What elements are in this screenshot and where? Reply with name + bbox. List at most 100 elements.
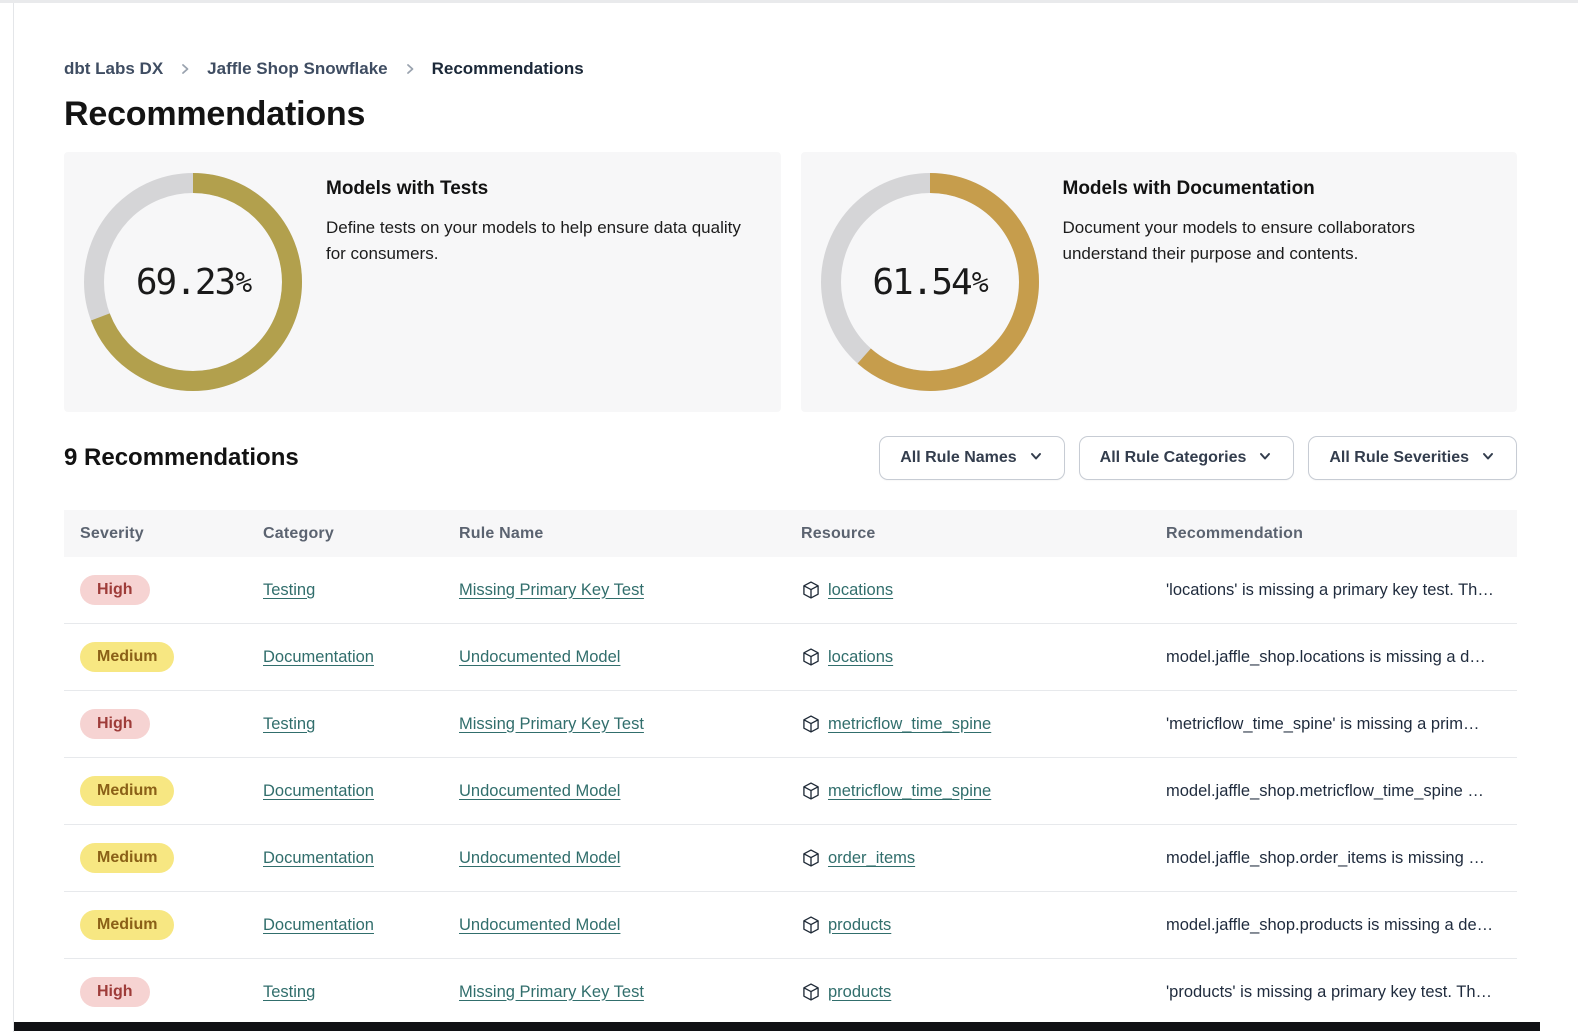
severity-cell: High bbox=[80, 709, 263, 739]
filter-label: All Rule Categories bbox=[1100, 449, 1247, 467]
top-border bbox=[0, 0, 1578, 3]
filter-label: All Rule Severities bbox=[1329, 449, 1469, 467]
cube-icon bbox=[801, 714, 821, 734]
rule-name-link[interactable]: Missing Primary Key Test bbox=[459, 983, 644, 1001]
rule-name-cell: Missing Primary Key Test bbox=[459, 581, 801, 600]
resource-cell: metricflow_time_spine bbox=[801, 781, 1166, 801]
resource-link[interactable]: order_items bbox=[828, 849, 915, 868]
recommendations-count: 9 Recommendations bbox=[64, 444, 299, 472]
category-cell: Documentation bbox=[263, 648, 459, 667]
resource-link[interactable]: metricflow_time_spine bbox=[828, 782, 991, 801]
resource-cell: products bbox=[801, 915, 1166, 935]
card-text: Models with Documentation Document your … bbox=[1039, 152, 1518, 412]
severity-badge: High bbox=[80, 977, 150, 1007]
recommendation-cell: model.jaffle_shop.products is missing a … bbox=[1166, 916, 1517, 935]
rule-name-link[interactable]: Missing Primary Key Test bbox=[459, 581, 644, 599]
recommendation-cell: model.jaffle_shop.locations is missing a… bbox=[1166, 648, 1517, 667]
sidebar-edge bbox=[13, 3, 14, 1032]
models-with-documentation-card: 61.54% Models with Documentation Documen… bbox=[801, 152, 1518, 412]
category-cell: Testing bbox=[263, 983, 459, 1002]
models-with-tests-card: 69.23% Models with Tests Define tests on… bbox=[64, 152, 781, 412]
table-row: High Testing Missing Primary Key Test lo… bbox=[64, 557, 1517, 624]
resource-link[interactable]: metricflow_time_spine bbox=[828, 715, 991, 734]
category-link[interactable]: Documentation bbox=[263, 849, 374, 867]
category-cell: Documentation bbox=[263, 849, 459, 868]
category-link[interactable]: Testing bbox=[263, 983, 315, 1001]
rule-name-link[interactable]: Undocumented Model bbox=[459, 849, 620, 867]
rule-name-link[interactable]: Undocumented Model bbox=[459, 648, 620, 666]
category-cell: Documentation bbox=[263, 782, 459, 801]
summary-cards: 69.23% Models with Tests Define tests on… bbox=[64, 152, 1517, 412]
severity-badge: Medium bbox=[80, 642, 174, 672]
breadcrumb-item-current: Recommendations bbox=[432, 59, 584, 79]
filter-label: All Rule Names bbox=[900, 449, 1016, 467]
rule-name-cell: Missing Primary Key Test bbox=[459, 715, 801, 734]
cube-icon bbox=[801, 848, 821, 868]
main-content: dbt Labs DX Jaffle Shop Snowflake Recomm… bbox=[64, 0, 1517, 1026]
column-header-recommendation: Recommendation bbox=[1166, 525, 1517, 543]
cube-icon bbox=[801, 781, 821, 801]
cube-icon bbox=[801, 580, 821, 600]
chevron-down-icon bbox=[1480, 448, 1496, 469]
table-row: High Testing Missing Primary Key Test pr… bbox=[64, 959, 1517, 1026]
resource-cell: products bbox=[801, 982, 1166, 1002]
rule-name-link[interactable]: Missing Primary Key Test bbox=[459, 715, 644, 733]
resource-link[interactable]: locations bbox=[828, 648, 893, 667]
severity-cell: Medium bbox=[80, 910, 263, 940]
table-row: High Testing Missing Primary Key Test me… bbox=[64, 691, 1517, 758]
category-link[interactable]: Documentation bbox=[263, 648, 374, 666]
category-link[interactable]: Testing bbox=[263, 715, 315, 733]
card-title: Models with Tests bbox=[326, 178, 757, 200]
severity-cell: Medium bbox=[80, 776, 263, 806]
column-header-rule-name: Rule Name bbox=[459, 525, 801, 543]
filter-rule-names-dropdown[interactable]: All Rule Names bbox=[879, 436, 1064, 480]
documentation-donut-chart: 61.54% bbox=[821, 173, 1039, 391]
tests-donut-chart: 69.23% bbox=[84, 173, 302, 391]
resource-cell: locations bbox=[801, 647, 1166, 667]
severity-badge: Medium bbox=[80, 843, 174, 873]
filters: All Rule Names All Rule Categories All R… bbox=[879, 436, 1517, 480]
table-row: Medium Documentation Undocumented Model … bbox=[64, 758, 1517, 825]
table-row: Medium Documentation Undocumented Model … bbox=[64, 624, 1517, 691]
rule-name-cell: Undocumented Model bbox=[459, 849, 801, 868]
recommendation-cell: 'metricflow_time_spine' is missing a pri… bbox=[1166, 715, 1517, 734]
recommendation-cell: 'locations' is missing a primary key tes… bbox=[1166, 581, 1517, 600]
severity-cell: Medium bbox=[80, 642, 263, 672]
resource-link[interactable]: locations bbox=[828, 581, 893, 600]
category-link[interactable]: Documentation bbox=[263, 916, 374, 934]
severity-badge: Medium bbox=[80, 776, 174, 806]
cube-icon bbox=[801, 915, 821, 935]
recommendation-cell: model.jaffle_shop.metricflow_time_spine … bbox=[1166, 782, 1517, 801]
card-description: Document your models to ensure collabora… bbox=[1063, 215, 1494, 268]
cube-icon bbox=[801, 982, 821, 1002]
filter-rule-severities-dropdown[interactable]: All Rule Severities bbox=[1308, 436, 1517, 480]
rule-name-cell: Undocumented Model bbox=[459, 648, 801, 667]
severity-badge: Medium bbox=[80, 910, 174, 940]
cube-icon bbox=[801, 647, 821, 667]
resource-cell: locations bbox=[801, 580, 1166, 600]
recommendations-table: Severity Category Rule Name Resource Rec… bbox=[64, 510, 1517, 1026]
resource-link[interactable]: products bbox=[828, 916, 891, 935]
breadcrumb-item-account[interactable]: dbt Labs DX bbox=[64, 59, 163, 79]
tests-percentage: 69.23% bbox=[84, 173, 302, 391]
category-cell: Testing bbox=[263, 581, 459, 600]
rule-name-cell: Undocumented Model bbox=[459, 916, 801, 935]
rule-name-link[interactable]: Undocumented Model bbox=[459, 916, 620, 934]
recommendation-cell: 'products' is missing a primary key test… bbox=[1166, 983, 1517, 1002]
recommendation-cell: model.jaffle_shop.order_items is missing… bbox=[1166, 849, 1517, 868]
category-link[interactable]: Documentation bbox=[263, 782, 374, 800]
breadcrumb: dbt Labs DX Jaffle Shop Snowflake Recomm… bbox=[64, 59, 1517, 79]
category-cell: Testing bbox=[263, 715, 459, 734]
breadcrumb-item-project[interactable]: Jaffle Shop Snowflake bbox=[207, 59, 387, 79]
category-link[interactable]: Testing bbox=[263, 581, 315, 599]
card-description: Define tests on your models to help ensu… bbox=[326, 215, 757, 268]
filter-rule-categories-dropdown[interactable]: All Rule Categories bbox=[1079, 436, 1295, 480]
severity-cell: High bbox=[80, 575, 263, 605]
card-text: Models with Tests Define tests on your m… bbox=[302, 152, 781, 412]
table-row: Medium Documentation Undocumented Model … bbox=[64, 892, 1517, 959]
category-cell: Documentation bbox=[263, 916, 459, 935]
rule-name-link[interactable]: Undocumented Model bbox=[459, 782, 620, 800]
chevron-down-icon bbox=[1257, 448, 1273, 469]
bottom-edge-bar bbox=[14, 1022, 1540, 1031]
resource-link[interactable]: products bbox=[828, 983, 891, 1002]
